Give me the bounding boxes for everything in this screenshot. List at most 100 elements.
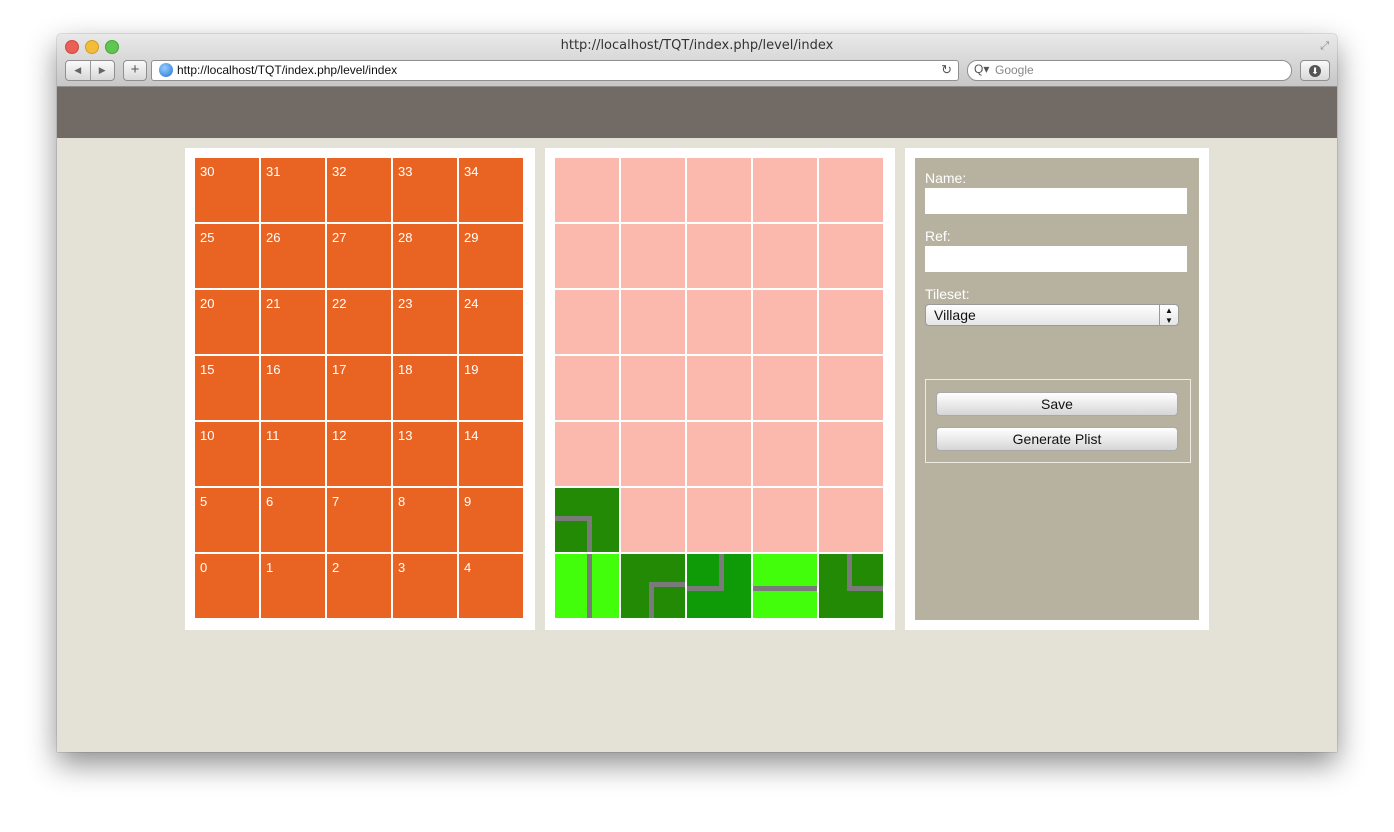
grid-cell[interactable]: 1 <box>261 554 325 618</box>
downloads-button[interactable]: ⬇ <box>1300 60 1330 81</box>
grid-cell[interactable]: 2 <box>327 554 391 618</box>
empty-tile-slot[interactable] <box>753 488 817 552</box>
empty-tile-slot[interactable] <box>819 290 883 354</box>
forward-button[interactable]: ▶ <box>91 61 115 80</box>
number-grid-panel: 30 31 32 33 34 25 26 27 28 29 20 21 22 23 24 15 16 17 18 19… <box>185 148 535 630</box>
generate-plist-button[interactable]: Generate Plist <box>936 427 1178 451</box>
empty-tile-slot[interactable] <box>687 224 751 288</box>
grid-cell[interactable]: 25 <box>195 224 259 288</box>
select-arrows-icon: ▲ ▼ <box>1159 305 1178 325</box>
empty-tile-slot[interactable] <box>621 158 685 222</box>
placed-tile[interactable] <box>621 554 685 618</box>
empty-tile-slot[interactable] <box>819 158 883 222</box>
empty-tile-slot[interactable] <box>555 422 619 486</box>
grid-cell[interactable]: 13 <box>393 422 457 486</box>
grid-cell[interactable]: 5 <box>195 488 259 552</box>
level-form: Name: Ref: Tileset: Village ▲ ▼ Save Gen… <box>915 158 1199 620</box>
grid-cell[interactable]: 21 <box>261 290 325 354</box>
grid-cell[interactable]: 0 <box>195 554 259 618</box>
name-input[interactable] <box>925 188 1187 214</box>
grid-cell[interactable]: 3 <box>393 554 457 618</box>
grid-cell[interactable]: 34 <box>459 158 523 222</box>
empty-tile-slot[interactable] <box>753 356 817 420</box>
tile-map-panel <box>545 148 895 630</box>
empty-tile-slot[interactable] <box>621 290 685 354</box>
grid-cell[interactable]: 7 <box>327 488 391 552</box>
grid-cell[interactable]: 10 <box>195 422 259 486</box>
save-button[interactable]: Save <box>936 392 1178 416</box>
empty-tile-slot[interactable] <box>555 158 619 222</box>
grid-cell[interactable]: 9 <box>459 488 523 552</box>
placed-tile[interactable] <box>687 554 751 618</box>
grid-cell[interactable]: 29 <box>459 224 523 288</box>
tileset-select[interactable]: Village ▲ ▼ <box>925 304 1179 326</box>
placed-tile[interactable] <box>819 554 883 618</box>
grid-cell[interactable]: 12 <box>327 422 391 486</box>
grid-cell[interactable]: 28 <box>393 224 457 288</box>
grid-cell[interactable]: 19 <box>459 356 523 420</box>
road-segment <box>649 582 654 618</box>
empty-tile-slot[interactable] <box>555 224 619 288</box>
grid-cell[interactable]: 20 <box>195 290 259 354</box>
empty-tile-slot[interactable] <box>753 422 817 486</box>
grid-cell[interactable]: 27 <box>327 224 391 288</box>
grid-cell[interactable]: 16 <box>261 356 325 420</box>
ref-input[interactable] <box>925 246 1187 272</box>
empty-tile-slot[interactable] <box>621 224 685 288</box>
browser-toolbar: http://localhost/TQT/index.php/level/ind… <box>57 34 1337 87</box>
grid-cell[interactable]: 32 <box>327 158 391 222</box>
search-field[interactable]: Q▾ Google <box>967 60 1292 81</box>
empty-tile-slot[interactable] <box>621 356 685 420</box>
empty-tile-slot[interactable] <box>687 290 751 354</box>
road-segment <box>587 554 592 618</box>
empty-tile-slot[interactable] <box>621 488 685 552</box>
grid-cell[interactable]: 8 <box>393 488 457 552</box>
empty-tile-slot[interactable] <box>819 422 883 486</box>
grid-cell[interactable]: 22 <box>327 290 391 354</box>
grid-cell[interactable]: 17 <box>327 356 391 420</box>
name-label: Name: <box>925 170 967 186</box>
empty-tile-slot[interactable] <box>687 356 751 420</box>
empty-tile-slot[interactable] <box>687 488 751 552</box>
empty-tile-slot[interactable] <box>819 224 883 288</box>
tileset-label: Tileset: <box>925 286 970 302</box>
grid-cell[interactable]: 18 <box>393 356 457 420</box>
grid-cell[interactable]: 23 <box>393 290 457 354</box>
empty-tile-slot[interactable] <box>753 290 817 354</box>
add-bookmark-button[interactable]: + <box>123 60 147 81</box>
empty-tile-slot[interactable] <box>753 158 817 222</box>
tileset-selected-value: Village <box>934 307 976 323</box>
empty-tile-slot[interactable] <box>555 290 619 354</box>
empty-tile-slot[interactable] <box>621 422 685 486</box>
grid-cell[interactable]: 15 <box>195 356 259 420</box>
fullscreen-icon[interactable]: ⤢ <box>1320 40 1329 53</box>
browser-window: http://localhost/TQT/index.php/level/ind… <box>57 34 1337 752</box>
placed-tile[interactable] <box>555 554 619 618</box>
empty-tile-slot[interactable] <box>687 422 751 486</box>
road-segment <box>587 516 592 552</box>
grid-cell[interactable]: 14 <box>459 422 523 486</box>
search-icon: Q▾ <box>974 62 990 76</box>
window-title: http://localhost/TQT/index.php/level/ind… <box>560 38 834 53</box>
empty-tile-slot[interactable] <box>687 158 751 222</box>
level-form-panel: Name: Ref: Tileset: Village ▲ ▼ Save Gen… <box>905 148 1209 630</box>
grid-cell[interactable]: 31 <box>261 158 325 222</box>
grid-cell[interactable]: 24 <box>459 290 523 354</box>
grid-cell[interactable]: 11 <box>261 422 325 486</box>
empty-tile-slot[interactable] <box>819 488 883 552</box>
grid-cell[interactable]: 6 <box>261 488 325 552</box>
empty-tile-slot[interactable] <box>555 356 619 420</box>
empty-tile-slot[interactable] <box>819 356 883 420</box>
grid-cell[interactable]: 30 <box>195 158 259 222</box>
empty-tile-slot[interactable] <box>753 224 817 288</box>
reload-icon[interactable]: ↻ <box>941 62 952 78</box>
placed-tile[interactable] <box>555 488 619 552</box>
grid-cell[interactable]: 33 <box>393 158 457 222</box>
placed-tile[interactable] <box>753 554 817 618</box>
url-text[interactable]: http://localhost/TQT/index.php/level/ind… <box>177 63 397 77</box>
site-header-bar <box>57 87 1337 138</box>
back-button[interactable]: ◀ <box>66 61 91 80</box>
grid-cell[interactable]: 26 <box>261 224 325 288</box>
grid-cell[interactable]: 4 <box>459 554 523 618</box>
address-bar[interactable]: http://localhost/TQT/index.php/level/ind… <box>151 60 959 81</box>
